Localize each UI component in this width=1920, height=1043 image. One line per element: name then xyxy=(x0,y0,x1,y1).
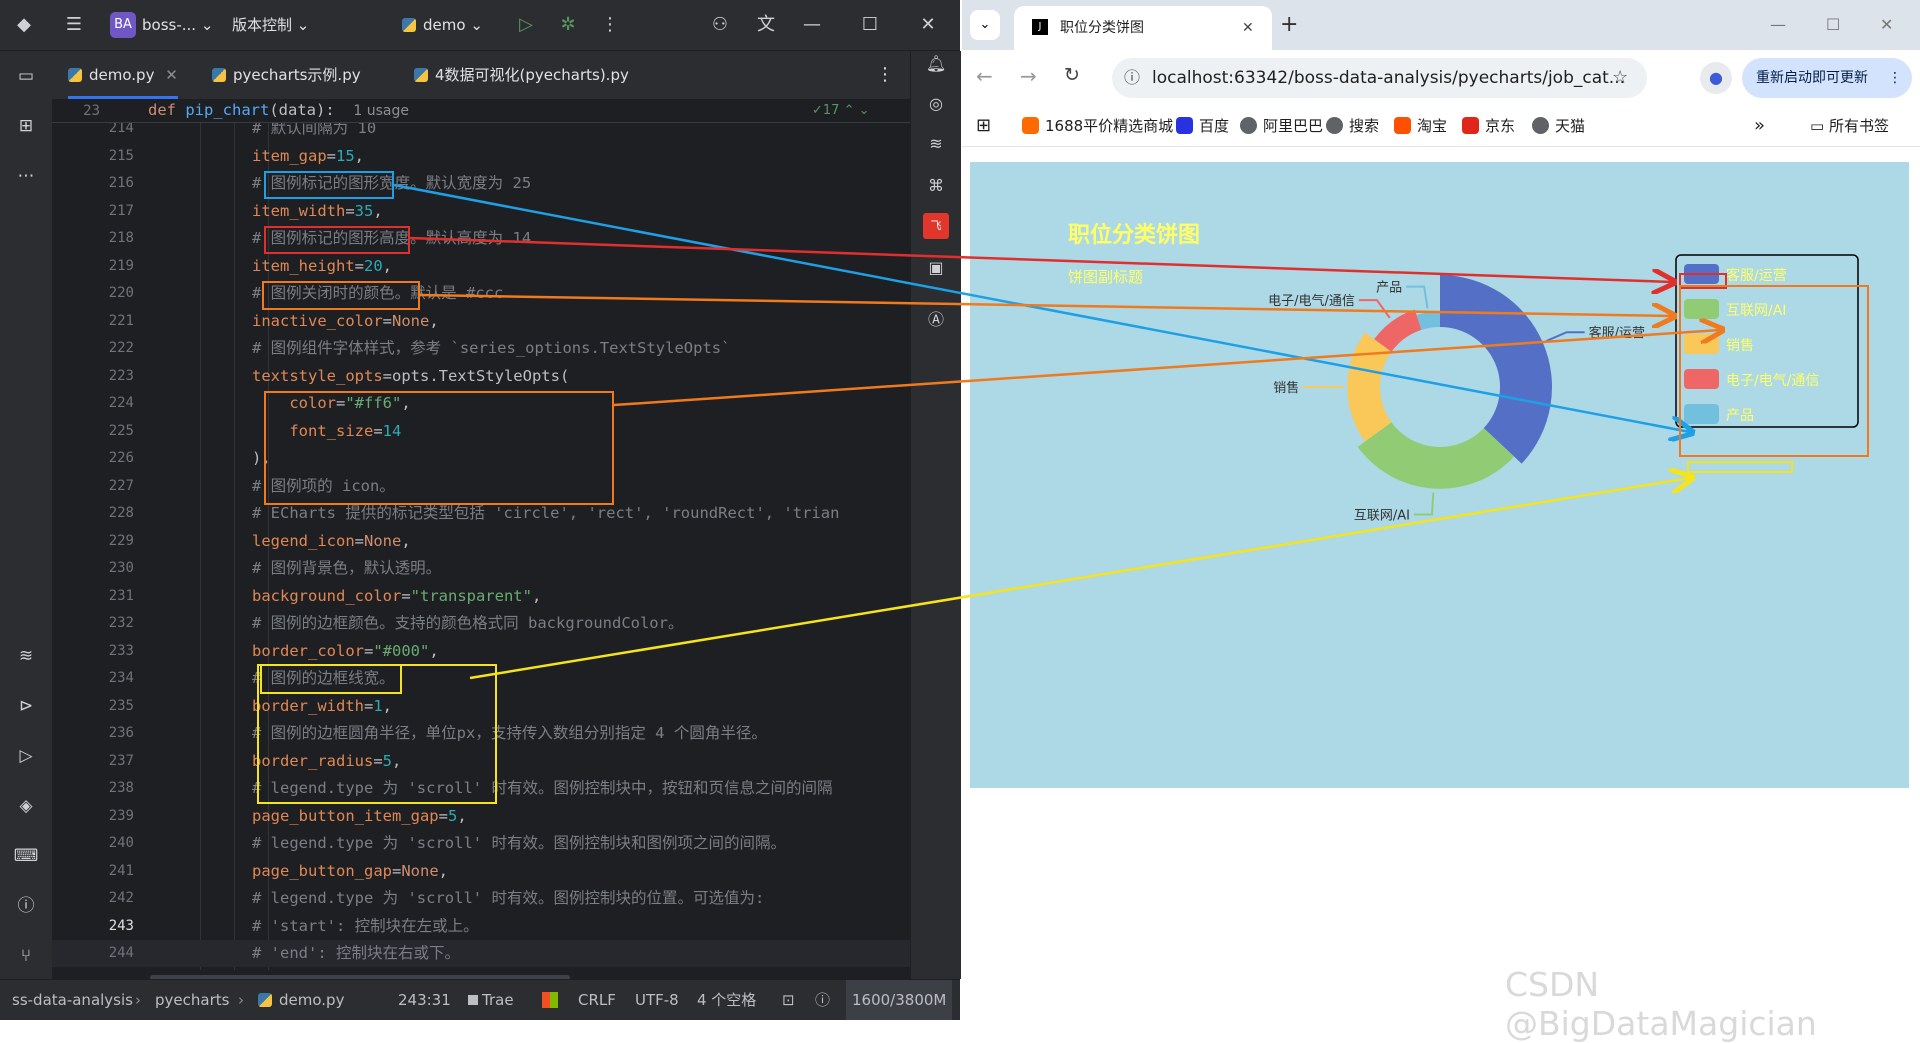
inspection-checks[interactable]: ✓17 ⌃ ⌄ xyxy=(812,100,870,122)
annotation-arrows xyxy=(393,183,1869,680)
arrow-border-color xyxy=(469,478,1690,680)
legend-border-highlight xyxy=(1687,461,1793,473)
watermark: CSDN @BigDataMagician xyxy=(1505,965,1817,1043)
arrow-item-height xyxy=(419,293,1672,316)
sticky-header: 23 def pip_chart(data): 1 usage ✓17 ⌃ ⌄ xyxy=(52,100,910,123)
arrow-item-gap xyxy=(393,183,1690,432)
sticky-line-number: 23 xyxy=(83,103,100,119)
arrow-textstyle xyxy=(613,330,1720,407)
arrow-item-width xyxy=(409,236,1672,282)
legend-text-highlight xyxy=(1679,285,1869,457)
sticky-code: def pip_chart(data): 1 usage xyxy=(148,101,409,119)
